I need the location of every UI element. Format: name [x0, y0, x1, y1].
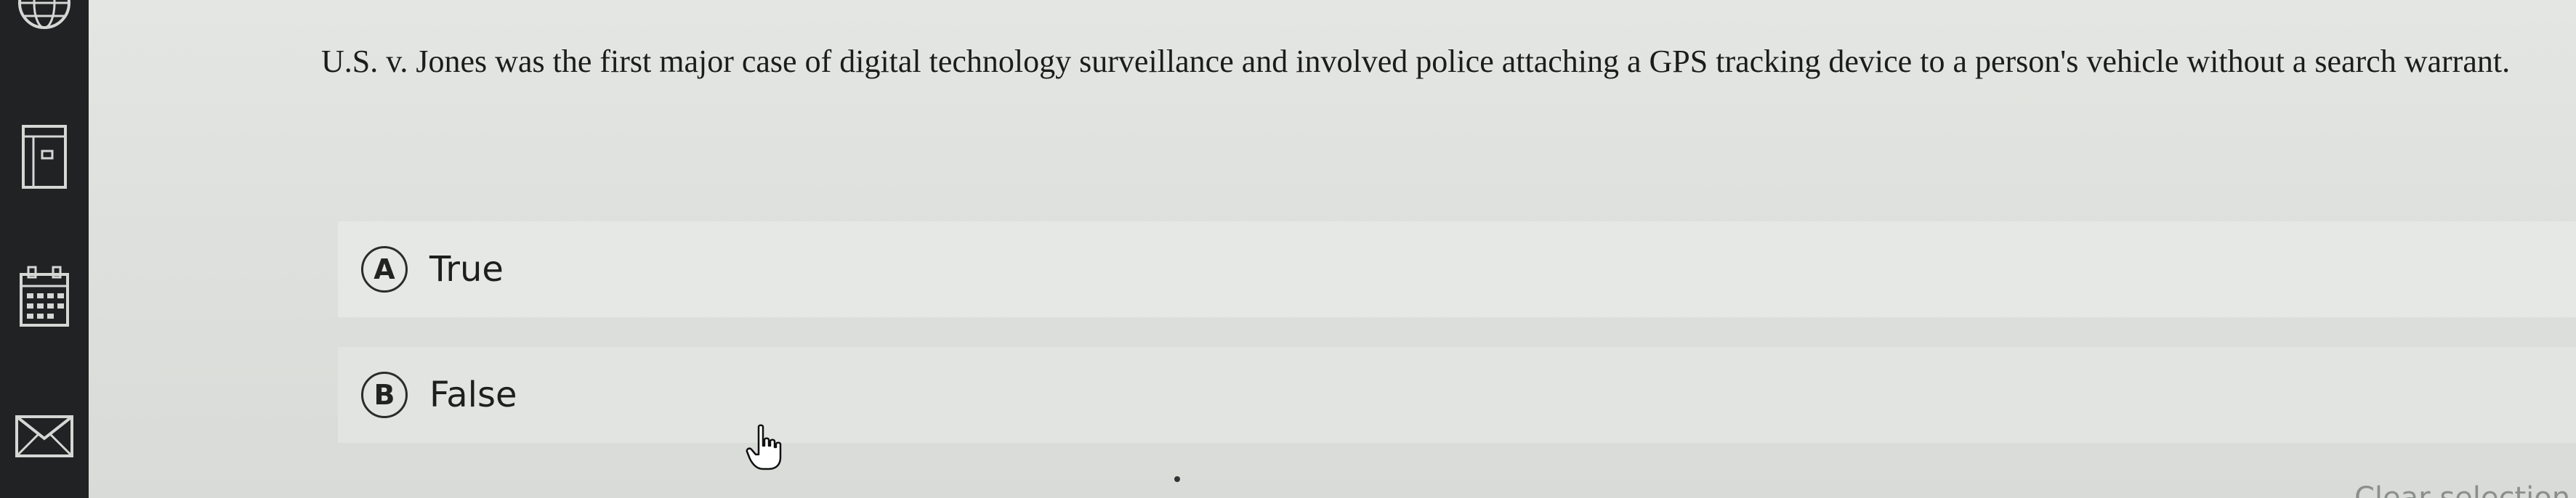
choice-label: False — [429, 375, 517, 415]
choice-letter-badge: A — [361, 246, 408, 293]
document-icon[interactable] — [0, 122, 89, 192]
left-tool-rail — [0, 0, 89, 498]
mail-icon[interactable] — [0, 412, 89, 460]
screen: U.S. v. Jones was the first major case o… — [0, 0, 2576, 498]
speck-mark — [1174, 476, 1180, 482]
choice-option-a[interactable]: A True — [338, 221, 2576, 317]
choice-letter-badge: B — [361, 372, 408, 418]
question-text: U.S. v. Jones was the first major case o… — [321, 44, 2511, 79]
choice-label: True — [429, 249, 504, 290]
hand-pointer-cursor-icon — [746, 424, 786, 475]
choice-option-b[interactable]: B False — [338, 347, 2576, 443]
clear-selection-link[interactable]: Clear selection — [2354, 476, 2576, 498]
globe-icon[interactable] — [0, 0, 89, 32]
calendar-icon[interactable] — [0, 263, 89, 331]
